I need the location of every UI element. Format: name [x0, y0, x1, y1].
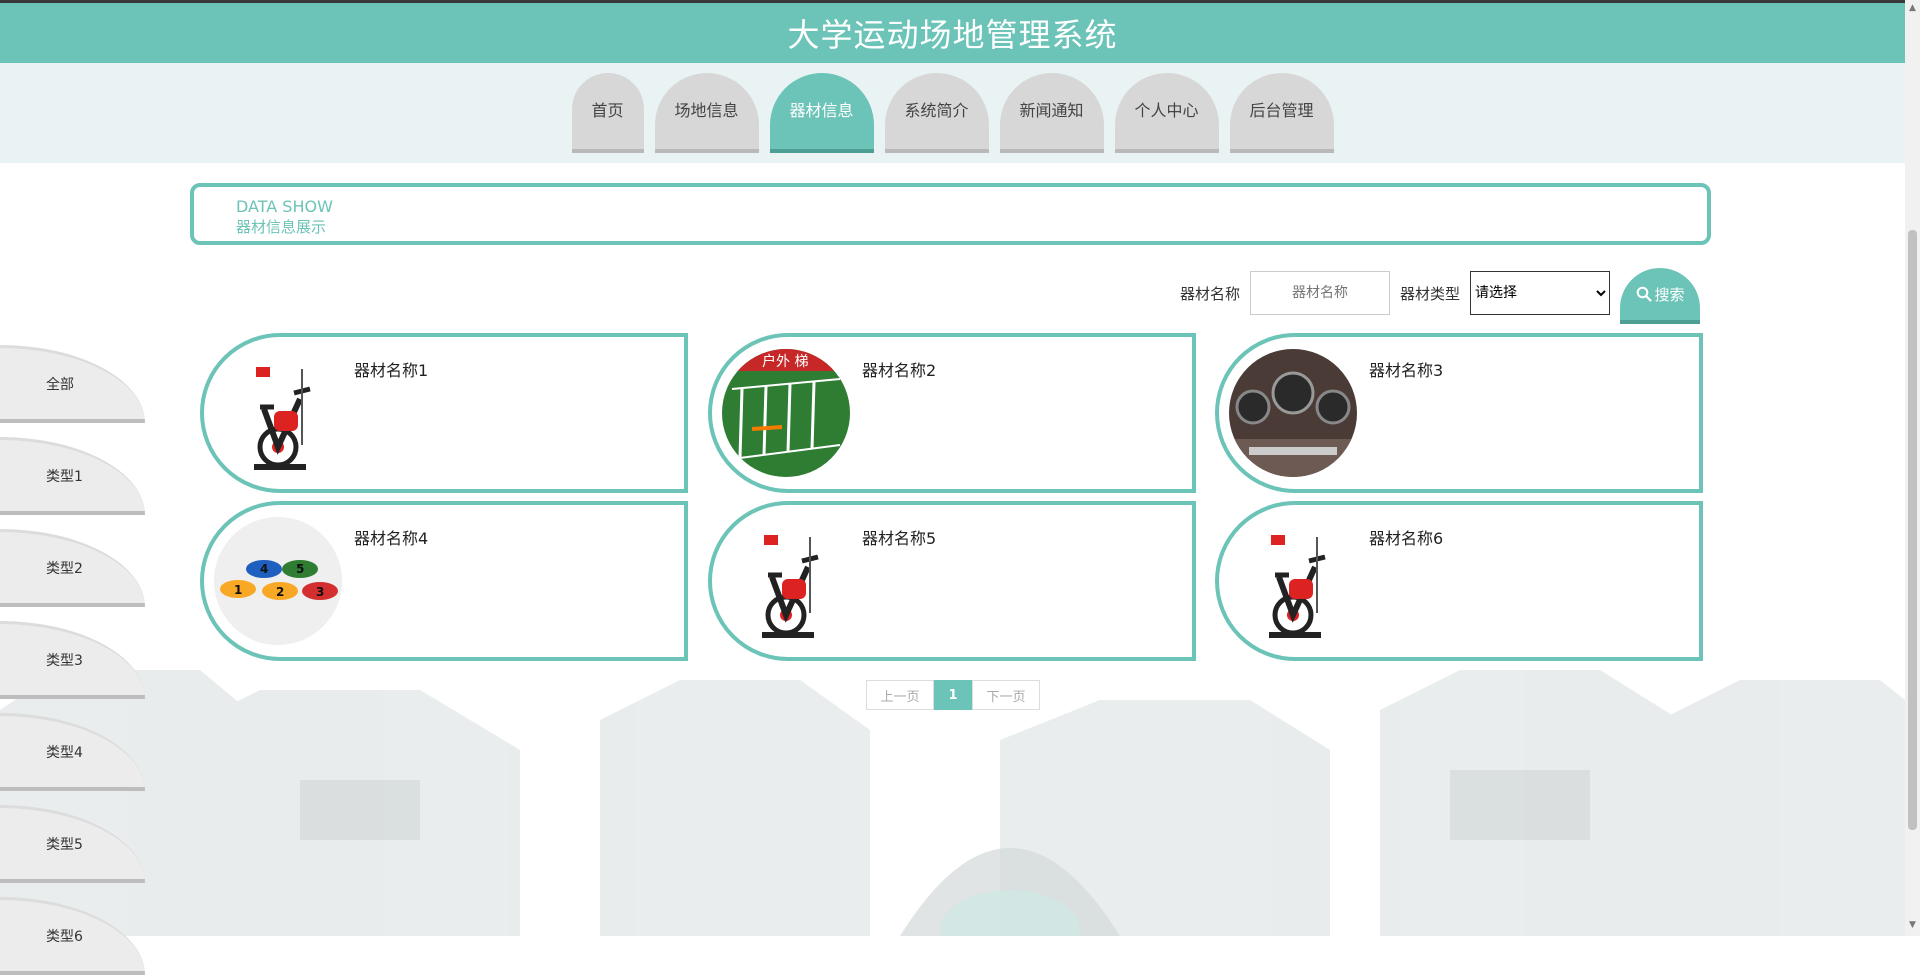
category-type3[interactable]: 类型3: [0, 621, 145, 699]
nav-system-intro[interactable]: 系统简介: [884, 73, 989, 153]
equipment-name: 器材名称5: [862, 529, 937, 548]
equipment-card[interactable]: 户外 梯 器材名称2: [708, 333, 1196, 493]
equipment-name: 器材名称4: [354, 529, 429, 548]
category-type1[interactable]: 类型1: [0, 437, 145, 515]
spin-bike-image: [722, 517, 850, 645]
search-icon: [1636, 286, 1652, 302]
site-title: 大学运动场地管理系统: [787, 16, 1118, 54]
equipment-card[interactable]: 4 5 1 2 3 器材名称4: [200, 501, 688, 661]
prev-page-button[interactable]: 上一页: [866, 680, 934, 710]
scroll-up-arrow-icon[interactable]: ▲: [1909, 3, 1916, 13]
svg-text:4: 4: [260, 562, 268, 576]
banner-chinese: 器材信息展示: [236, 218, 327, 236]
equipment-card[interactable]: 器材名称5: [708, 501, 1196, 661]
svg-text:2: 2: [276, 585, 284, 599]
category-all[interactable]: 全部: [0, 345, 145, 423]
spin-bike-image: [214, 349, 342, 477]
equipment-type-select[interactable]: 请选择: [1470, 271, 1611, 315]
nav-news[interactable]: 新闻通知: [999, 73, 1104, 153]
current-page-button[interactable]: 1: [934, 680, 972, 710]
equipment-name: 器材名称6: [1369, 529, 1444, 548]
scrollbar-thumb[interactable]: [1908, 230, 1917, 830]
next-page-button[interactable]: 下一页: [972, 680, 1040, 710]
main-nav: 首页 场地信息 器材信息 系统简介 新闻通知 个人中心 后台管理: [0, 73, 1905, 153]
equipment-card[interactable]: 器材名称1: [200, 333, 688, 493]
nav-venue-info[interactable]: 场地信息: [654, 73, 759, 153]
data-show-banner: DATA SHOW 器材信息展示: [190, 183, 1711, 245]
equipment-name: 器材名称3: [1369, 361, 1444, 380]
search-button-label: 搜索: [1654, 285, 1685, 304]
scroll-down-arrow-icon[interactable]: ▼: [1909, 920, 1916, 930]
banner-english: DATA SHOW: [236, 197, 333, 216]
category-type2[interactable]: 类型2: [0, 529, 145, 607]
name-label: 器材名称: [1180, 284, 1241, 303]
number-discs-image: 4 5 1 2 3: [214, 517, 342, 645]
agility-ladder-image: 户外 梯: [722, 349, 850, 477]
gym-weights-image: [1229, 349, 1357, 477]
equipment-name-input[interactable]: [1250, 271, 1391, 315]
equipment-name: 器材名称2: [862, 361, 937, 380]
search-bar: 器材名称 器材类型 请选择 搜索: [1180, 268, 1701, 324]
spin-bike-image: [1229, 517, 1357, 645]
svg-text:5: 5: [296, 562, 304, 576]
site-header: 大学运动场地管理系统: [0, 3, 1905, 63]
svg-text:1: 1: [234, 583, 242, 597]
equipment-card[interactable]: 器材名称6: [1215, 501, 1703, 661]
type-label: 器材类型: [1400, 284, 1461, 303]
equipment-name: 器材名称1: [354, 361, 429, 380]
nav-equipment-info[interactable]: 器材信息: [769, 73, 874, 153]
search-button[interactable]: 搜索: [1620, 268, 1701, 324]
svg-text:户外 梯: 户外 梯: [762, 353, 808, 370]
nav-personal-center[interactable]: 个人中心: [1114, 73, 1219, 153]
pagination: 上一页 1 下一页: [866, 680, 1040, 710]
nav-admin[interactable]: 后台管理: [1229, 73, 1334, 153]
equipment-card[interactable]: 器材名称3: [1215, 333, 1703, 493]
page-scrollbar[interactable]: ▲ ▼: [1905, 0, 1920, 936]
nav-home[interactable]: 首页: [571, 73, 644, 153]
svg-text:3: 3: [316, 585, 324, 599]
